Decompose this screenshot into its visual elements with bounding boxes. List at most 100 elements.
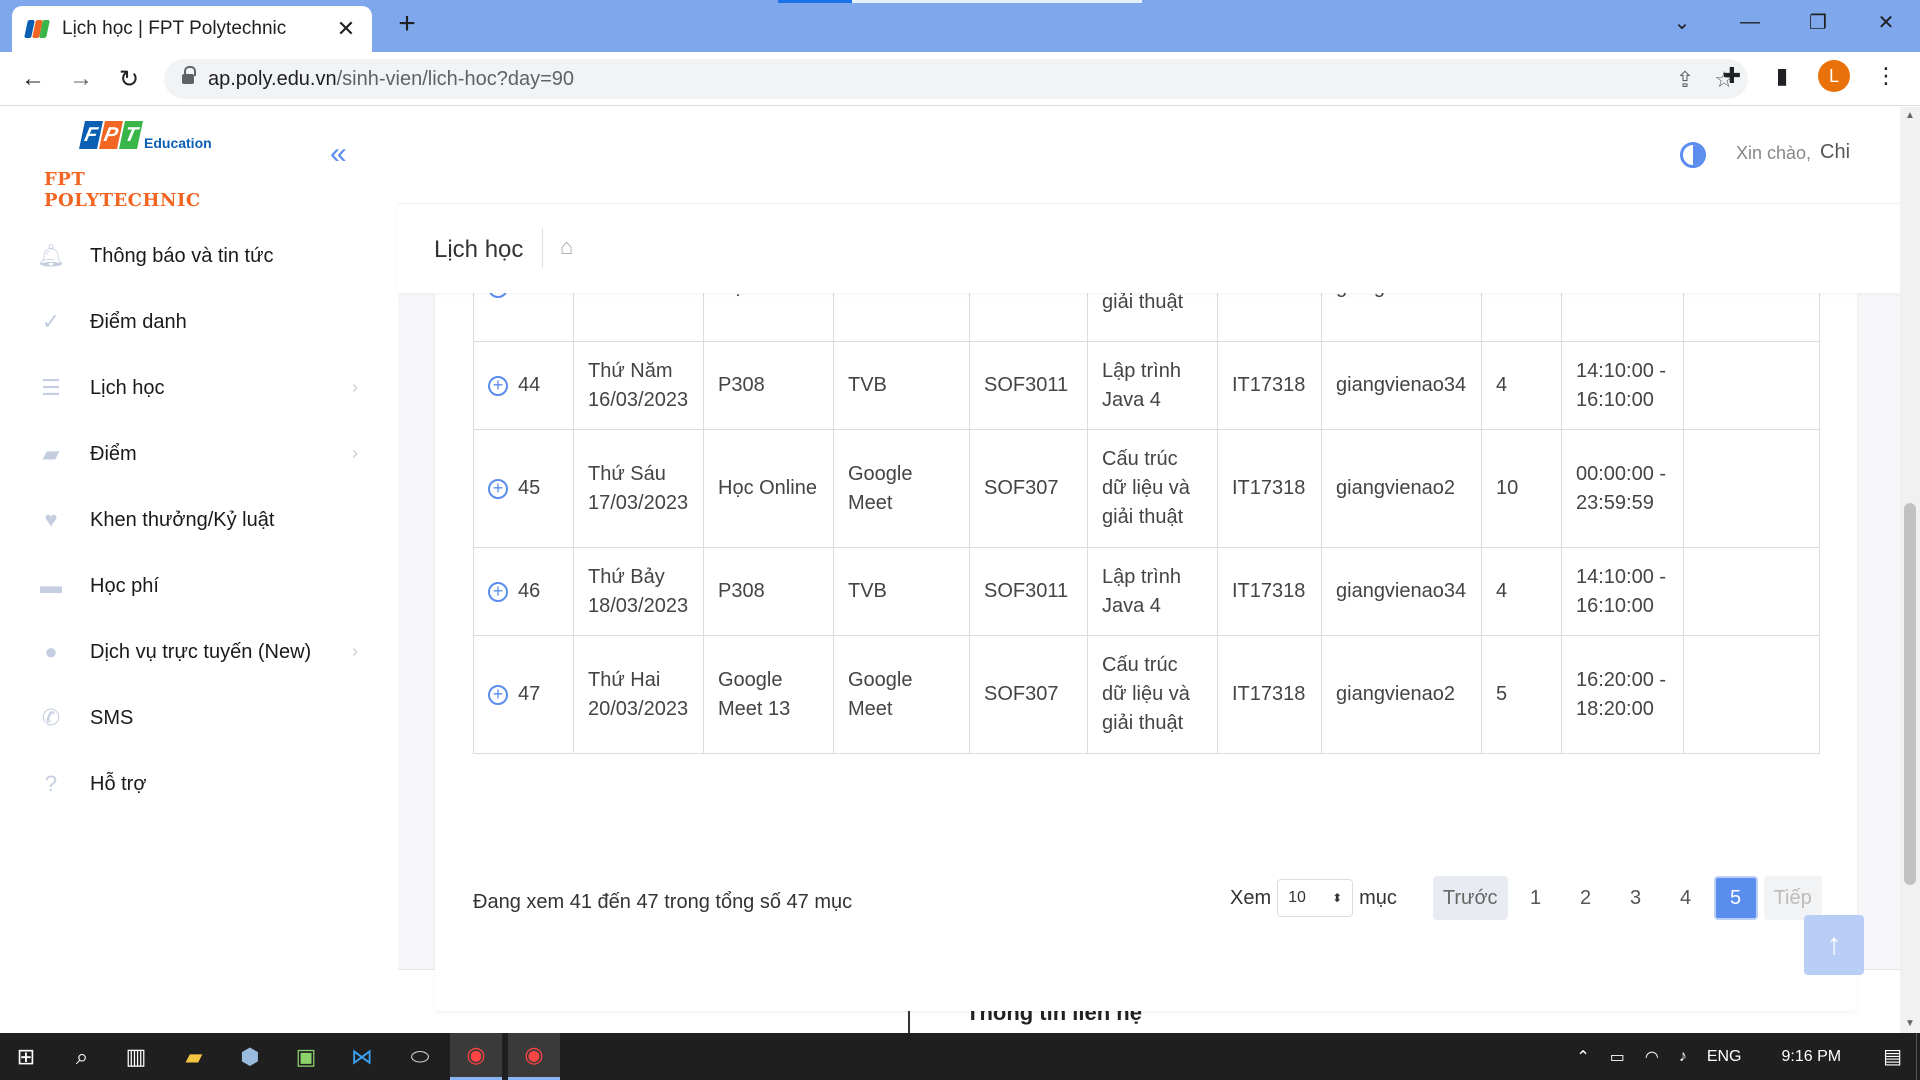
select-arrows-icon: ⬍ <box>1332 891 1343 905</box>
extensions-puzzle-icon[interactable]: ✚ <box>1718 63 1746 89</box>
side-panel-icon[interactable]: ▮ <box>1768 63 1796 89</box>
page-button-3[interactable]: 3 <box>1614 876 1658 920</box>
task-view-icon[interactable]: ▥ <box>110 1033 162 1080</box>
sidebar-item-sms[interactable]: ✆ SMS <box>0 685 398 751</box>
reload-icon[interactable]: ↻ <box>112 62 146 96</box>
battery-icon[interactable]: ▭ <box>1610 1047 1625 1067</box>
sidebar-item-grades[interactable]: ▰ Điểm › <box>0 421 398 487</box>
address-cell-text: Meet <box>848 491 893 514</box>
chrome-menu-icon[interactable]: ⋮ <box>1872 63 1900 89</box>
new-tab-button[interactable]: + <box>392 9 422 40</box>
expand-row-icon[interactable]: + <box>488 684 508 705</box>
user-name[interactable]: Chi <box>1820 141 1850 164</box>
sidebar-item-online-services[interactable]: ● Dịch vụ trực tuyến (New) › <box>0 619 398 685</box>
date-cell-text: 20/03/2023 <box>588 697 689 720</box>
schedule-table: +4315/03/2023Học OnlineMeetSOF307dữ liệu… <box>473 233 1820 754</box>
subject-cell-text: Java 4 <box>1102 594 1161 617</box>
teacher-cell: giangvienao2 <box>1321 635 1482 754</box>
page-size-select[interactable]: 10 ⬍ <box>1277 879 1354 917</box>
page-button-1[interactable]: 1 <box>1514 876 1558 920</box>
address-cell: TVB <box>833 341 970 430</box>
clock[interactable]: 9:16 PM <box>1782 1048 1842 1066</box>
notifications-icon[interactable]: ▤ <box>1883 1044 1902 1069</box>
app-pill-icon[interactable]: ⬭ <box>394 1033 446 1080</box>
search-icon[interactable]: ⌕ <box>56 1033 108 1080</box>
language-indicator[interactable]: ENG <box>1707 1048 1742 1066</box>
page-button-4[interactable]: 4 <box>1664 876 1708 920</box>
subject-cell: Lập trình Java 4 <box>1087 341 1218 430</box>
subject-cell-text: Lập trình <box>1102 565 1181 588</box>
time-cell: 00:00:00 - 23:59:59 <box>1561 429 1684 548</box>
chrome-icon[interactable]: ◉ <box>450 1033 502 1080</box>
restore-button[interactable]: ❐ <box>1784 0 1852 44</box>
expand-row-icon[interactable]: + <box>488 375 508 396</box>
tab-search-icon[interactable]: ⌄ <box>1648 0 1716 44</box>
wifi-icon[interactable]: ◠ <box>1645 1047 1659 1067</box>
scroll-to-top-button[interactable]: ↑ <box>1804 915 1864 975</box>
share-icon[interactable]: ⇪ <box>1676 67 1694 93</box>
home-icon[interactable]: ⌂ <box>560 234 573 260</box>
lock-icon[interactable] <box>182 66 196 86</box>
sidebar-item-tuition[interactable]: ▬ Học phí <box>0 553 398 619</box>
scrollbar-thumb[interactable] <box>1904 503 1916 885</box>
sidebar-item-support[interactable]: ? Hỗ trợ <box>0 751 398 817</box>
minimize-button[interactable]: — <box>1716 0 1784 44</box>
schedule-card: +4315/03/2023Học OnlineMeetSOF307dữ liệu… <box>435 207 1857 1011</box>
subject-cell-text: dữ liệu và <box>1102 477 1190 499</box>
page-button-2[interactable]: 2 <box>1564 876 1608 920</box>
expand-row-icon[interactable]: + <box>488 478 508 499</box>
wallet-icon: ▬ <box>40 573 62 598</box>
room-cell-text: P308 <box>718 580 765 602</box>
collapse-sidebar-icon[interactable]: « <box>330 137 347 171</box>
slot-cell-text: 10 <box>1496 477 1519 499</box>
address-cell: TVB <box>833 547 970 636</box>
address-bar[interactable]: ap.poly.edu.vn/sinh-vien/lich-hoc?day=90… <box>164 59 1748 99</box>
page-scrollbar[interactable]: ▲ ▼ <box>1900 107 1920 1033</box>
close-window-button[interactable]: ✕ <box>1852 0 1920 44</box>
action-cell <box>1683 547 1820 636</box>
sidebar-item-label: Lịch học <box>90 376 165 399</box>
volume-icon[interactable]: ♪ <box>1679 1048 1687 1066</box>
class-cell: IT17318 <box>1217 341 1322 430</box>
next-page-button[interactable]: Tiếp <box>1763 876 1822 920</box>
show-desktop[interactable] <box>1916 1033 1920 1080</box>
date-cell: Thứ Hai 20/03/2023 <box>573 635 704 754</box>
app-generic-icon[interactable]: ▣ <box>280 1033 332 1080</box>
pagination: Trước 1 2 3 4 5 Tiếp <box>1432 876 1822 920</box>
tray-overflow-icon[interactable]: ⌃ <box>1576 1047 1589 1067</box>
profile-avatar[interactable]: L <box>1818 60 1850 92</box>
browser-tabstrip: Lịch học | FPT Polytechnic ✕ + ⌄ — ❐ ✕ <box>0 0 1920 52</box>
fpt-polytechnic-logo[interactable]: FPT Education FPT POLYTECHNIC <box>44 121 244 211</box>
sidebar-item-schedule[interactable]: ☰ Lịch học › <box>0 355 398 421</box>
logo-polytechnic-text: FPT POLYTECHNIC <box>44 169 201 211</box>
app-cube-icon[interactable]: ⬢ <box>224 1033 276 1080</box>
tab-close-icon[interactable]: ✕ <box>334 16 358 42</box>
subject-cell-text: Cấu trúc <box>1102 654 1178 676</box>
scroll-down-icon[interactable]: ▼ <box>1900 1015 1920 1033</box>
table-row: +46 Thứ Bảy 18/03/2023 P308 TVB SOF3011 Lập tr… <box>473 547 1820 636</box>
file-explorer-icon[interactable]: ▰ <box>168 1033 220 1080</box>
prev-page-button[interactable]: Trước <box>1432 876 1508 920</box>
subject-cell-text: giải thuật <box>1102 290 1184 313</box>
sidebar-item-label: Khen thưởng/Kỷ luật <box>90 508 275 531</box>
sidebar-item-attendance[interactable]: ✓ Điểm danh <box>0 289 398 355</box>
windows-start-icon[interactable]: ⊞ <box>0 1033 52 1080</box>
expand-row-icon[interactable]: + <box>488 581 508 602</box>
time-cell: 14:10:00 - 16:10:00 <box>1561 341 1684 430</box>
scroll-up-icon[interactable]: ▲ <box>1900 107 1920 125</box>
time-cell-text: 23:59:59 <box>1576 491 1654 514</box>
arrow-up-icon: ↑ <box>1826 928 1842 961</box>
sidebar-item-rewards[interactable]: ♥ Khen thưởng/Kỷ luật <box>0 487 398 553</box>
page-button-5-active[interactable]: 5 <box>1713 876 1758 920</box>
theme-toggle-icon[interactable] <box>1680 142 1706 168</box>
vscode-icon[interactable]: ⋈ <box>336 1033 388 1080</box>
slot-cell: 10 <box>1481 429 1562 548</box>
browser-tab[interactable]: Lịch học | FPT Polytechnic ✕ <box>12 6 372 52</box>
sidebar-item-label: Học phí <box>90 574 159 597</box>
sidebar-item-notifications[interactable]: 🔔︎ Thông báo và tin tức <box>0 223 398 289</box>
subject-code-cell-text: SOF3011 <box>984 374 1069 396</box>
forward-arrow-icon[interactable]: → <box>64 62 98 96</box>
chrome-icon-2[interactable]: ◉ <box>508 1033 560 1080</box>
back-arrow-icon[interactable]: ← <box>16 62 50 96</box>
tab-title: Lịch học | FPT Polytechnic <box>62 18 287 39</box>
